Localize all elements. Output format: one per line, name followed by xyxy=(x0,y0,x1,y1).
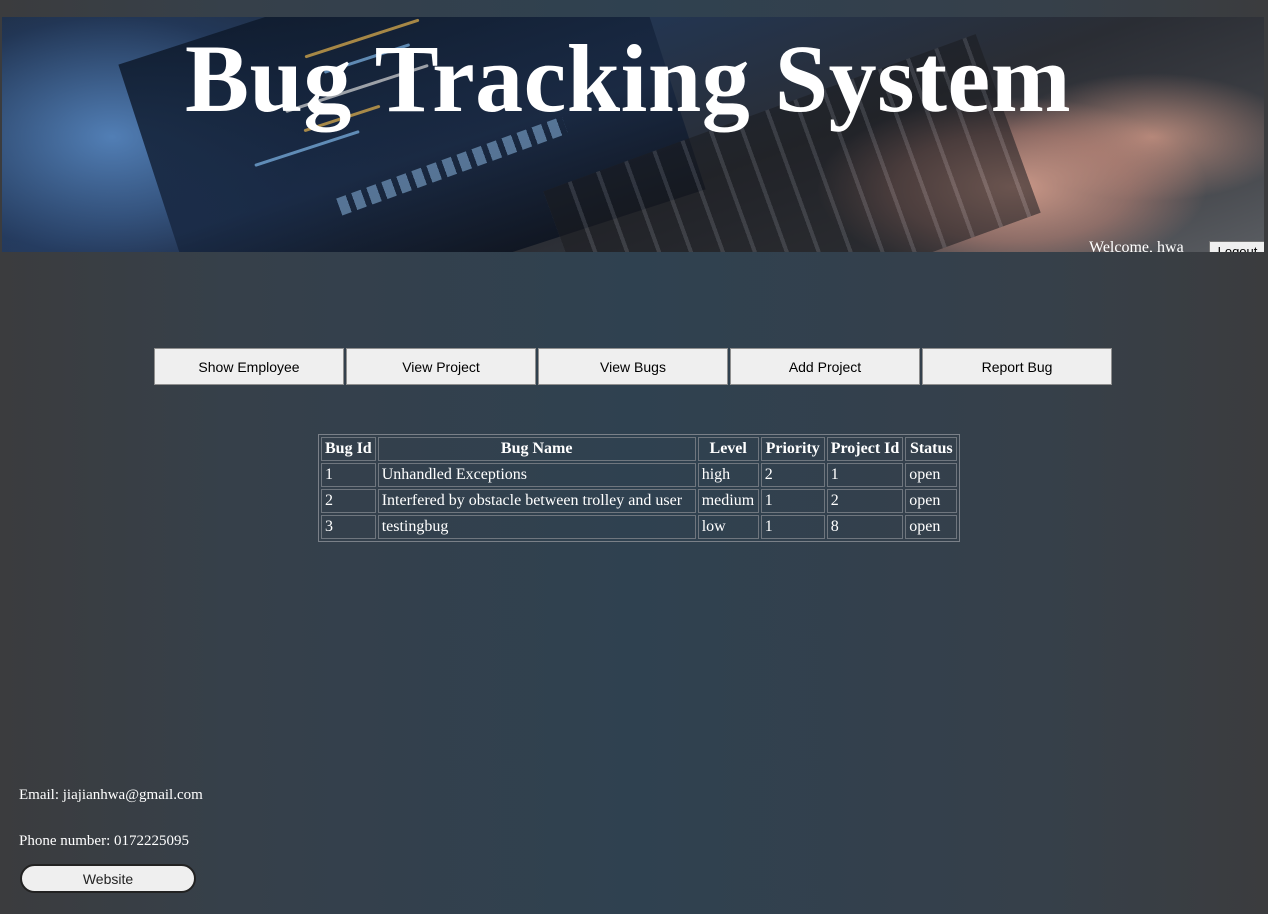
table-row: 1 Unhandled Exceptions high 2 1 open xyxy=(321,463,958,487)
header-banner: Bug Tracking System Welcome, hwa Logout xyxy=(2,17,1264,252)
main-nav: Show Employee View Project View Bugs Add… xyxy=(154,348,1112,385)
column-header-level: Level xyxy=(697,437,759,461)
cell-project-id: 1 xyxy=(826,463,904,487)
column-header-status: Status xyxy=(905,437,958,461)
footer-email: Email: jiajianhwa@gmail.com xyxy=(19,787,203,803)
table-row: 2 Interfered by obstacle between trolley… xyxy=(321,489,958,513)
cell-status: open xyxy=(905,463,958,487)
show-employee-button[interactable]: Show Employee xyxy=(154,348,344,385)
column-header-bug-id: Bug Id xyxy=(321,437,376,461)
welcome-text: Welcome, hwa xyxy=(1089,239,1184,252)
logout-button[interactable]: Logout xyxy=(1209,241,1264,252)
cell-priority: 1 xyxy=(760,515,825,539)
column-header-bug-name: Bug Name xyxy=(377,437,696,461)
footer-phone: Phone number: 0172225095 xyxy=(19,833,189,849)
column-header-project-id: Project Id xyxy=(826,437,904,461)
column-header-priority: Priority xyxy=(760,437,825,461)
cell-bug-name: testingbug xyxy=(377,515,696,539)
cell-priority: 1 xyxy=(760,489,825,513)
website-button[interactable]: Website xyxy=(20,864,196,893)
bugs-table: Bug Id Bug Name Level Priority Project I… xyxy=(318,434,961,542)
table-header-row: Bug Id Bug Name Level Priority Project I… xyxy=(321,437,958,461)
cell-level: low xyxy=(697,515,759,539)
cell-priority: 2 xyxy=(760,463,825,487)
view-bugs-button[interactable]: View Bugs xyxy=(538,348,728,385)
cell-bug-name: Interfered by obstacle between trolley a… xyxy=(377,489,696,513)
cell-status: open xyxy=(905,515,958,539)
add-project-button[interactable]: Add Project xyxy=(730,348,920,385)
cell-level: high xyxy=(697,463,759,487)
report-bug-button[interactable]: Report Bug xyxy=(922,348,1112,385)
page-title: Bug Tracking System xyxy=(184,25,1072,132)
cell-status: open xyxy=(905,489,958,513)
cell-project-id: 2 xyxy=(826,489,904,513)
table-row: 3 testingbug low 1 8 open xyxy=(321,515,958,539)
cell-bug-id: 1 xyxy=(321,463,376,487)
cell-bug-id: 2 xyxy=(321,489,376,513)
cell-project-id: 8 xyxy=(826,515,904,539)
cell-level: medium xyxy=(697,489,759,513)
cell-bug-id: 3 xyxy=(321,515,376,539)
cell-bug-name: Unhandled Exceptions xyxy=(377,463,696,487)
view-project-button[interactable]: View Project xyxy=(346,348,536,385)
